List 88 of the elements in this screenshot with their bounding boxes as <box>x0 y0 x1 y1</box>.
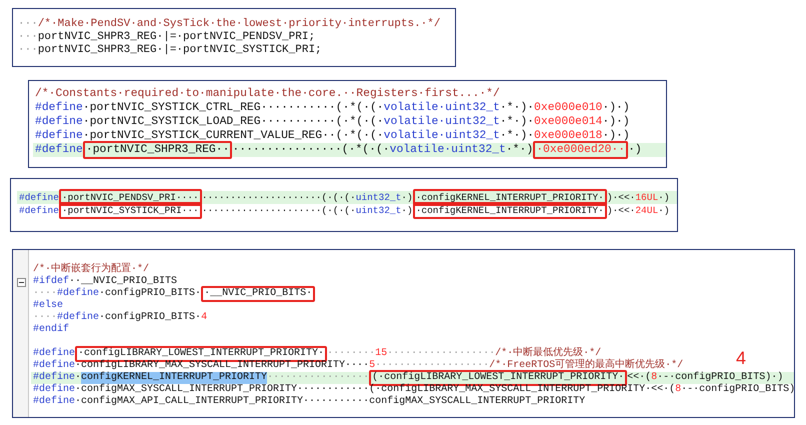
preprocessor-keyword: #else <box>33 300 64 312</box>
number-literal: 0xe000e018 <box>534 129 602 143</box>
code-text: ·portNVIC_SYSTICK_LOAD_REG···········(·*(·(· <box>82 115 384 129</box>
selected-text: configKERNEL_INTERRUPT_PRIORITY <box>81 372 268 384</box>
number-literal: 4 <box>201 312 208 324</box>
number-literal: 15 <box>375 348 388 360</box>
type-keyword: uint32_t <box>356 204 402 217</box>
code-text: ·-·configPRIO_BITS) <box>681 384 796 396</box>
number-literal: 24UL <box>635 204 658 217</box>
code-text: ·····················(·(·(· <box>202 204 356 217</box>
code-text: ················(·*(·(· <box>232 143 390 157</box>
number-literal: 0xe000e010 <box>534 101 602 115</box>
annotation-box: ·configKERNEL_INTERRUPT_PRIORITY· <box>412 189 607 206</box>
code-comment: /*·FreeRTOS可管理的最高中断优先级·*/ <box>489 360 684 372</box>
whitespace-dots: ··· <box>18 44 38 57</box>
code-text: ·)·) <box>602 129 630 143</box>
type-keyword: volatile·uint32_t <box>384 101 500 115</box>
code-text: ·*·)· <box>500 101 534 115</box>
whitespace-dots: ················· <box>267 372 370 384</box>
code-comment: /*·中断最低优先级·*/ <box>495 348 602 359</box>
preprocessor-keyword: #define <box>57 288 100 300</box>
preprocessor-keyword: #define <box>19 204 59 217</box>
code-text: ·-·configPRIO_BITS)·) <box>657 372 784 384</box>
number-literal: 16UL <box>635 191 658 204</box>
code-text: ·*·)· <box>500 129 534 143</box>
code-text: ·*·) <box>506 143 534 157</box>
whitespace-dots: ··· <box>18 31 38 44</box>
type-keyword: volatile·uint32_t <box>390 143 506 157</box>
code-text: ·configLIBRARY_MAX_SYSCALL_INTERRUPT_PRIORITY···· <box>75 360 370 372</box>
code-text: ·configPRIO_BITS· <box>99 288 202 300</box>
code-text: ·portNVIC_SYSTICK_CTRL_REG···········(·*(·(· <box>82 101 384 115</box>
code-comment: /*·Constants·required·to·manipulate·the·core.··Registers·first...·*/ <box>35 87 500 101</box>
code-text: ·configPRIO_BITS· <box>99 312 202 324</box>
code-text: ·portNVIC_SYSTICK_CURRENT_VALUE_REG··(·*(·(· <box>82 129 384 143</box>
annotation-box: ·portNVIC_SYSTICK_PRI··· <box>58 202 202 219</box>
preprocessor-keyword: #define <box>57 312 100 324</box>
code-text: ·) <box>401 204 413 217</box>
annotation-box: ·configKERNEL_INTERRUPT_PRIORITY· <box>412 202 607 219</box>
preprocessor-keyword: #define <box>19 191 59 204</box>
annotation-box: ·portNVIC_SHPR3_REG·· <box>82 141 232 159</box>
preprocessor-keyword: #define <box>35 101 83 115</box>
annotation-box: ·portNVIC_PENDSV_PRI···· <box>58 189 202 206</box>
preprocessor-keyword: #define <box>33 396 76 408</box>
code-text: ·) <box>658 191 670 204</box>
number-literal: 5 <box>369 360 376 372</box>
code-comment: /*·Make·PendSV·and·SysTick·the·lowest·priority·interrupts.·*/ <box>38 18 440 31</box>
preprocessor-keyword: #define <box>33 384 76 396</box>
type-keyword: uint32_t <box>356 191 402 204</box>
annotation-box: ·__NVIC_PRIO_BITS· <box>201 286 316 302</box>
whitespace-dots: ···· <box>33 288 58 300</box>
code-text: ·) <box>628 143 642 157</box>
code-text: ·)·) <box>602 115 630 129</box>
code-text: )·<<· <box>606 204 636 217</box>
fold-toggle-icon[interactable] <box>17 278 26 286</box>
code-text: portNVIC_SHPR3_REG·|=·portNVIC_SYSTICK_PRI; <box>38 44 322 57</box>
type-keyword: volatile·uint32_t <box>384 115 500 129</box>
number-literal: 0xe000e014 <box>534 115 602 129</box>
whitespace-dots: ···· <box>33 312 58 324</box>
code-text: ·configMAX_SYSCALL_INTERRUPT_PRIORITY············(·configLIBRARY_MAX_SYSCALL_INTERRUPT_PRIORITY·<<·( <box>75 384 676 396</box>
code-text: portNVIC_SHPR3_REG·|=·portNVIC_PENDSV_PRI; <box>38 31 316 44</box>
preprocessor-keyword: #define <box>33 372 76 384</box>
code-text: · <box>75 372 82 384</box>
number-literal: 8 <box>675 384 682 396</box>
annotation-box: ·0xe000ed20·· <box>533 141 628 159</box>
code-text: <<·( <box>627 372 652 384</box>
whitespace-dots: ·················· <box>387 348 496 359</box>
preprocessor-keyword: #define <box>35 143 83 157</box>
code-text: ··__NVIC_PRIO_BITS <box>69 276 178 288</box>
code-text: ·)·) <box>602 101 630 115</box>
type-keyword: volatile·uint32_t <box>384 129 500 143</box>
code-text: ·configMAX_API_CALL_INTERRUPT_PRIORITY···········configMAX_SYSCALL_INTERRUPT_PRIORITY <box>75 396 586 408</box>
code-comment: /*·中断嵌套行为配置·*/ <box>33 264 150 276</box>
preprocessor-keyword: #endif <box>33 324 70 336</box>
whitespace-dots: ··· <box>18 18 38 31</box>
code-text: )·<<· <box>606 191 636 204</box>
preprocessor-keyword: #define <box>33 348 76 360</box>
preprocessor-keyword: #define <box>35 115 83 129</box>
code-text: ·) <box>658 204 670 217</box>
code-text: ·) <box>401 191 413 204</box>
code-text: ·*·)· <box>500 115 534 129</box>
annotation-number: 4 <box>736 352 746 364</box>
preprocessor-keyword: #define <box>35 129 83 143</box>
preprocessor-keyword: #define <box>33 360 76 372</box>
number-literal: 8 <box>651 372 658 384</box>
whitespace-dots: ··················· <box>375 360 490 372</box>
code-text: ·····················(·(·(· <box>202 191 356 204</box>
preprocessor-keyword: #ifdef <box>33 276 70 288</box>
whitespace-dots: ········ <box>327 348 376 360</box>
